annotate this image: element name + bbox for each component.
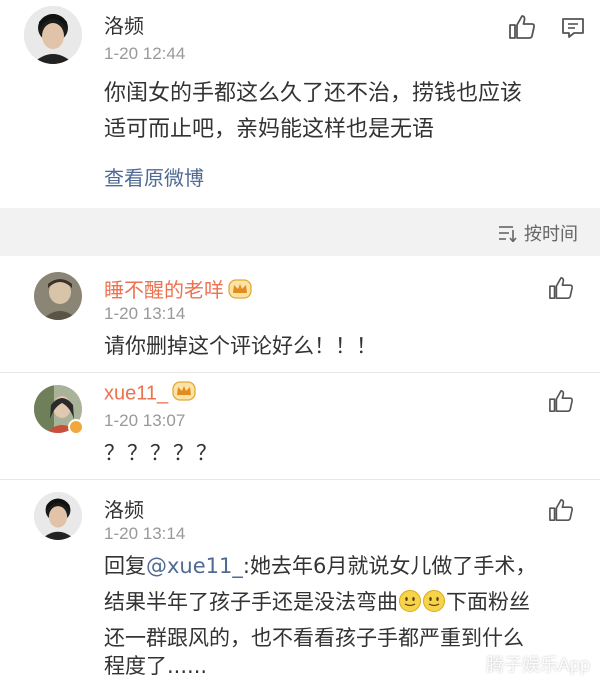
reply-text: 结果半年了孩子手还是没法弯曲: [104, 590, 398, 614]
reply-line-4: 程度了......: [104, 654, 208, 678]
comment-text: 请你删掉这个评论好么！！！: [104, 334, 377, 358]
avatar[interactable]: [34, 272, 82, 320]
comment-item: xue11_ 1-20 13:07 ？？？？？: [0, 373, 600, 479]
verified-badge-icon: [68, 419, 84, 435]
post-time: 1-20 12:44: [104, 44, 186, 63]
commenter-name[interactable]: 睡不醒的老咩: [104, 274, 252, 304]
commenter-name[interactable]: xue11_: [104, 381, 196, 407]
reply-line-2: 结果半年了孩子手还是没法弯曲 下面粉丝: [104, 584, 530, 624]
sort-icon: [499, 226, 517, 242]
comment-text: ？？？？？: [104, 441, 219, 465]
sort-by-time-button[interactable]: 按时间: [498, 220, 578, 246]
vip-crown-icon: [172, 381, 196, 407]
smile-emoji-icon: [422, 588, 446, 624]
avatar[interactable]: [34, 492, 82, 540]
reply-text: :她去年6月就说女儿做了手术，: [242, 554, 537, 578]
comment-time: 1-20 13:14: [104, 524, 186, 543]
reply-line-1: 回复@xue11_:她去年6月就说女儿做了手术，: [104, 548, 536, 584]
reply-text: 下面粉丝: [446, 590, 530, 614]
like-icon[interactable]: [548, 498, 574, 526]
vip-crown-icon: [228, 279, 252, 304]
comment-time: 1-20 13:07: [104, 411, 186, 430]
mention-link[interactable]: @xue11_: [146, 554, 243, 578]
avatar[interactable]: [24, 6, 82, 64]
like-icon[interactable]: [548, 389, 574, 417]
sort-label: 按时间: [524, 224, 578, 245]
watermark: 腾子娱乐App: [485, 655, 590, 675]
main-post: 洛频 1-20 12:44 你闺女的手都这么久了还不治，捞钱也应该 适可而止吧，…: [0, 0, 600, 208]
comments-header: 按时间: [0, 208, 600, 256]
smile-emoji-icon: [398, 588, 422, 624]
author-name[interactable]: 洛频: [104, 10, 144, 39]
post-text-line-1: 你闺女的手都这么久了还不治，捞钱也应该: [104, 81, 523, 106]
commenter-name-text: 睡不醒的老咩: [104, 278, 224, 302]
commenter-name-text: xue11_: [104, 382, 169, 405]
like-icon[interactable]: [508, 14, 536, 44]
comment-time: 1-20 13:14: [104, 304, 186, 323]
reply-prefix: 回复: [104, 554, 146, 578]
like-icon[interactable]: [548, 276, 574, 304]
commenter-name[interactable]: 洛频: [104, 494, 144, 523]
view-original-link[interactable]: 查看原微博: [104, 162, 204, 191]
comment-icon[interactable]: [561, 16, 585, 44]
post-text-line-2: 适可而止吧，亲妈能这样也是无语: [104, 117, 435, 142]
comment-item: 睡不醒的老咩 1-20 13:14 请你删掉这个评论好么！！！: [0, 256, 600, 372]
